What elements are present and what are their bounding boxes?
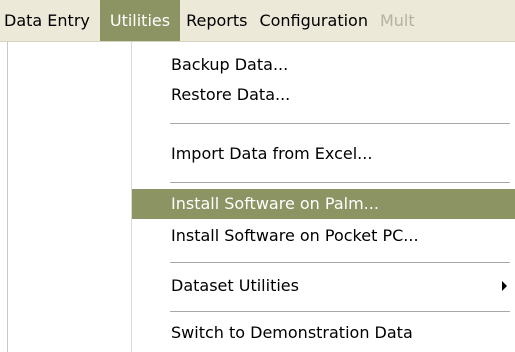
menu-separator — [170, 182, 510, 183]
menu-item-import-excel[interactable]: Import Data from Excel... — [132, 139, 515, 169]
menu-dropdown-area: Backup Data... Restore Data... Import Da… — [0, 42, 515, 352]
menu-utilities[interactable]: Utilities — [99, 0, 181, 41]
menu-item-dataset-utilities[interactable]: Dataset Utilities — [132, 271, 515, 301]
background-window-edge — [0, 42, 8, 352]
menu-separator — [170, 262, 510, 263]
menu-configuration[interactable]: Configuration — [253, 0, 374, 41]
menu-item-backup-data[interactable]: Backup Data... — [132, 50, 515, 80]
menu-separator — [170, 123, 510, 124]
menu-item-restore-data[interactable]: Restore Data... — [132, 80, 515, 110]
utilities-dropdown-menu: Backup Data... Restore Data... Import Da… — [131, 42, 515, 352]
menu-separator — [170, 311, 510, 312]
menu-item-install-palm[interactable]: Install Software on Palm... — [132, 189, 515, 219]
menu-multi-truncated: Mult — [379, 11, 415, 30]
menu-bar: Data Entry Utilities Reports Configurati… — [0, 0, 515, 42]
menu-item-label: Dataset Utilities — [171, 276, 299, 295]
menu-item-switch-demo-data[interactable]: Switch to Demonstration Data — [132, 318, 515, 348]
menu-reports[interactable]: Reports — [180, 0, 253, 41]
menu-data-entry[interactable]: Data Entry — [0, 0, 100, 41]
menu-item-install-pocket-pc[interactable]: Install Software on Pocket PC... — [132, 221, 515, 251]
submenu-arrow-icon — [502, 281, 507, 291]
